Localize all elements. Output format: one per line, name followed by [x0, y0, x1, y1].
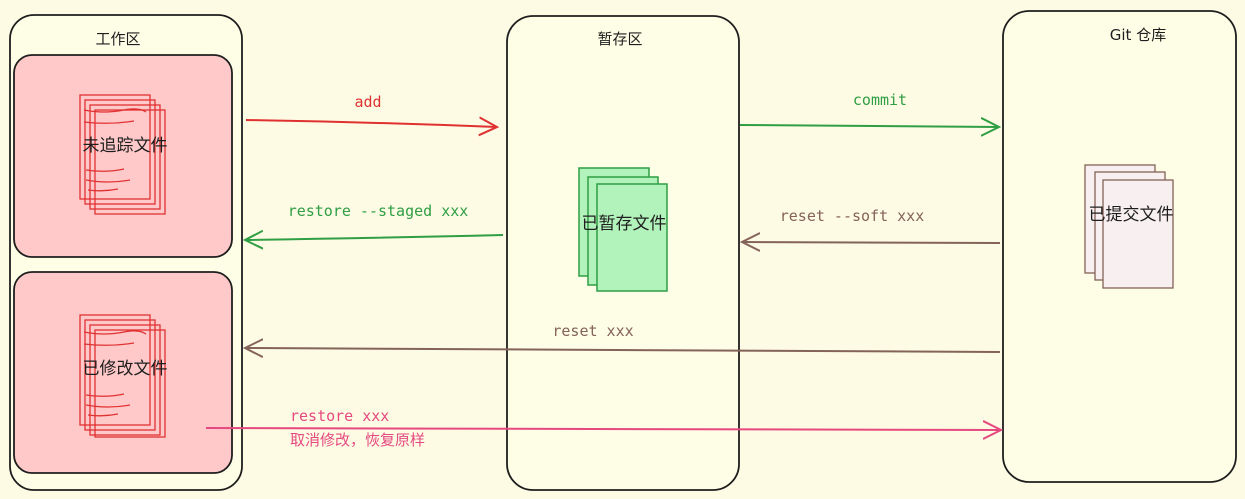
reset-label: reset xxx: [552, 322, 633, 340]
reset-soft-label: reset --soft xxx: [780, 207, 925, 225]
repo-title: Git 仓库: [1110, 26, 1166, 44]
add-arrow: [245, 120, 497, 127]
commit-arrow: [739, 125, 999, 127]
workspace-title: 工作区: [95, 30, 140, 48]
restore-sublabel: 取消修改，恢复原样: [290, 431, 425, 449]
committed-file-stack-icon: [1084, 164, 1174, 289]
reset-soft-arrow: [742, 242, 1001, 243]
commit-label: commit: [853, 91, 907, 109]
restore-staged-label: restore --staged xxx: [288, 202, 469, 220]
git-workflow-diagram: 工作区 暂存区 Git 仓库 未追踪文件 已修改文件 已暂存文件 已提交文件 a…: [9, 10, 1237, 491]
staging-title: 暂存区: [597, 30, 642, 48]
restore-label: restore xxx: [290, 407, 389, 425]
staged-label: 已暂存文件: [582, 214, 667, 234]
untracked-label: 未追踪文件: [83, 136, 168, 156]
committed-label: 已提交文件: [1089, 205, 1174, 225]
restore-arrow: [205, 428, 1001, 430]
add-label: add: [354, 93, 381, 111]
modified-label: 已修改文件: [83, 359, 168, 379]
untracked-box: [13, 54, 233, 258]
restore-staged-arrow: [245, 235, 504, 240]
